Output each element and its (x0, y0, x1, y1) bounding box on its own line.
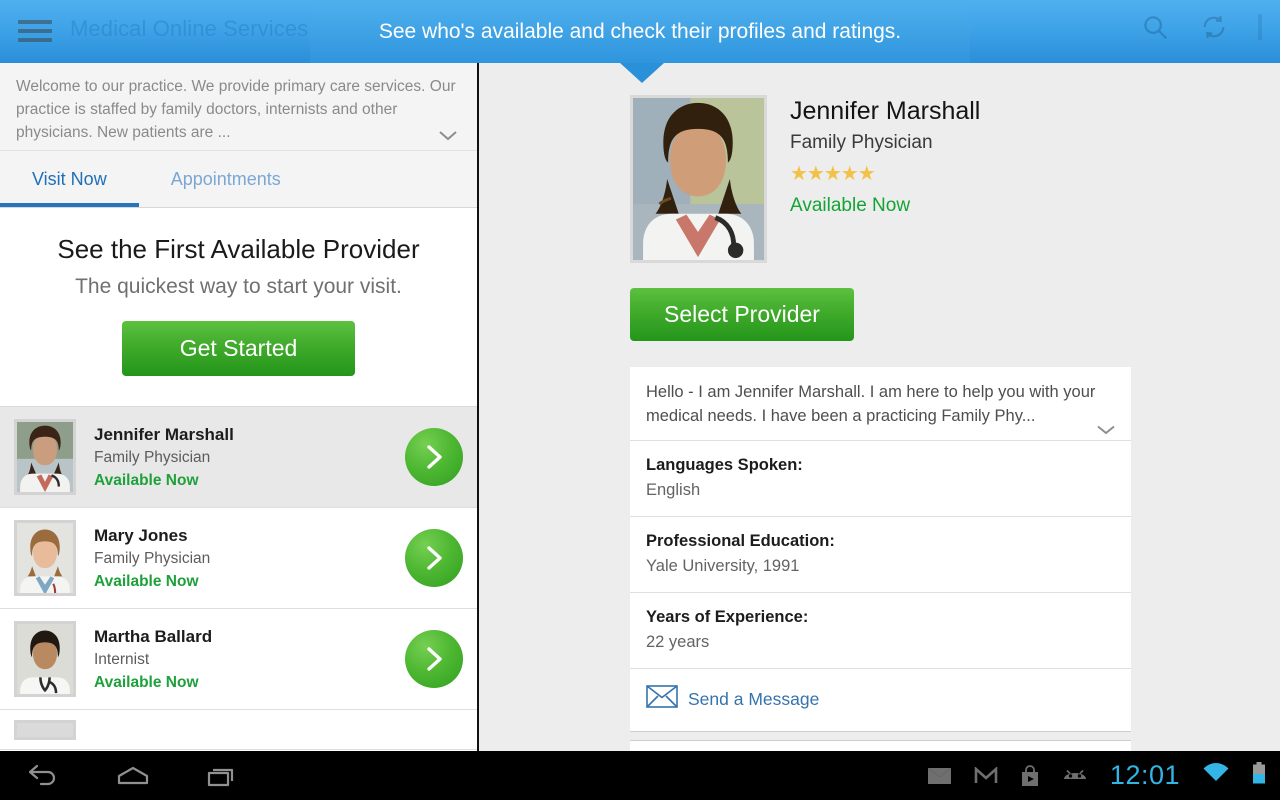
refresh-icon[interactable] (1200, 13, 1228, 41)
status-badge: Available Now (790, 195, 911, 216)
rating-stars: ★★★★★ (790, 163, 876, 185)
next-card-section (630, 740, 1131, 751)
send-message-row[interactable]: Send a Message (630, 669, 1131, 732)
provider-list: Jennifer Marshall Family Physician Avail… (0, 407, 477, 750)
detail-label: Languages Spoken: (646, 456, 803, 474)
avatar (14, 520, 76, 596)
detail-value: 22 years (646, 633, 710, 651)
provider-specialty: Internist (94, 650, 150, 668)
avatar (14, 419, 76, 495)
provider-name: Martha Ballard (94, 626, 213, 646)
provider-name: Jennifer Marshall (94, 424, 234, 444)
gmail-icon[interactable] (974, 766, 998, 785)
detail-value: English (646, 481, 701, 499)
welcome-text: Welcome to our practice. We provide prim… (16, 78, 456, 141)
envelope-icon (646, 685, 678, 713)
app-screen: Medical Online Services See who's availa… (0, 0, 1280, 800)
list-item-info: Martha Ballard Internist Available Now (76, 625, 405, 694)
detail-row-languages: Languages Spoken: English (630, 441, 1131, 517)
detail-label: Years of Experience: (646, 608, 809, 626)
status-tray: 12:01 (927, 760, 1280, 791)
status-clock: 12:01 (1109, 760, 1180, 790)
provider-specialty: Family Physician (94, 549, 211, 567)
status-badge: Available Now (94, 572, 199, 590)
chevron-right-icon[interactable] (405, 630, 463, 688)
select-provider-wrap: Select Provider (481, 263, 1280, 341)
provider-specialty: Family Physician (94, 448, 211, 466)
list-item[interactable]: Martha Ballard Internist Available Now (0, 609, 477, 710)
status-badge: Available Now (94, 673, 199, 691)
detail-label: Professional Education: (646, 532, 835, 550)
tab-visit-now[interactable]: Visit Now (0, 151, 139, 207)
chevron-down-icon[interactable] (437, 128, 459, 146)
play-store-icon[interactable] (1020, 764, 1040, 787)
list-item[interactable] (0, 710, 477, 750)
chevron-down-icon[interactable] (1095, 423, 1117, 439)
list-item[interactable]: Mary Jones Family Physician Available No… (0, 508, 477, 609)
tab-appointments[interactable]: Appointments (139, 151, 313, 207)
tab-bar: Visit Now Appointments (0, 151, 477, 207)
provider-info-card: Hello - I am Jennifer Marshall. I am her… (630, 367, 1131, 732)
app-bar-actions (1140, 12, 1262, 42)
hero-title: See the First Available Provider (57, 234, 420, 264)
coachmark-message: See who's available and check their prof… (378, 19, 902, 43)
select-provider-button[interactable]: Select Provider (630, 288, 854, 341)
avatar (14, 621, 76, 697)
provider-photo (630, 95, 767, 263)
search-icon[interactable] (1140, 12, 1170, 42)
chevron-right-icon[interactable] (405, 529, 463, 587)
avatar (14, 719, 76, 740)
list-item[interactable]: Jennifer Marshall Family Physician Avail… (0, 407, 477, 508)
tab-visit-now-label: Visit Now (32, 168, 107, 189)
list-item-info: Mary Jones Family Physician Available No… (76, 524, 405, 593)
app-title: Medical Online Services (70, 16, 309, 41)
provider-detail-text: Jennifer Marshall Family Physician ★★★★★… (767, 95, 980, 263)
left-panel: Welcome to our practice. We provide prim… (0, 63, 479, 751)
wifi-icon[interactable] (1202, 763, 1230, 788)
send-message-link[interactable]: Send a Message (688, 689, 819, 710)
back-arrow-icon[interactable] (24, 763, 62, 789)
overflow-menu-icon[interactable] (1258, 14, 1262, 40)
status-badge: Available Now (94, 471, 199, 489)
get-started-button[interactable]: Get Started (121, 321, 356, 376)
detail-row-experience: Years of Experience: 22 years (630, 593, 1131, 669)
tab-appointments-label: Appointments (170, 168, 281, 189)
detail-row-education: Professional Education: Yale University,… (630, 517, 1131, 593)
hamburger-menu-icon[interactable] (18, 16, 52, 46)
page-title: Jennifer Marshall (790, 97, 981, 125)
home-icon[interactable] (114, 763, 152, 789)
welcome-card[interactable]: Welcome to our practice. We provide prim… (0, 63, 477, 151)
battery-icon[interactable] (1252, 762, 1266, 789)
system-navigation-bar: 12:01 (0, 751, 1280, 800)
chevron-right-icon[interactable] (405, 428, 463, 486)
coachmark-tooltip[interactable]: See who's available and check their prof… (310, 0, 970, 63)
list-item-info: Jennifer Marshall Family Physician Avail… (76, 423, 405, 492)
provider-name: Mary Jones (94, 525, 188, 545)
coachmark-arrow (620, 63, 664, 83)
provider-bio-text: Hello - I am Jennifer Marshall. I am her… (646, 383, 1096, 425)
recent-apps-icon[interactable] (204, 763, 242, 789)
provider-detail-header: Jennifer Marshall Family Physician ★★★★★… (481, 63, 1280, 263)
detail-value: Yale University, 1991 (646, 557, 800, 575)
android-icon[interactable] (1062, 768, 1088, 784)
provider-bio[interactable]: Hello - I am Jennifer Marshall. I am her… (630, 367, 1131, 441)
provider-detail-panel: Jennifer Marshall Family Physician ★★★★★… (481, 63, 1280, 751)
provider-specialty: Family Physician (790, 132, 933, 153)
first-available-section: See the First Available Provider The qui… (0, 208, 477, 407)
system-nav-buttons (0, 763, 242, 789)
hero-subtitle: The quickest way to start your visit. (75, 275, 402, 298)
email-icon[interactable] (927, 767, 952, 785)
